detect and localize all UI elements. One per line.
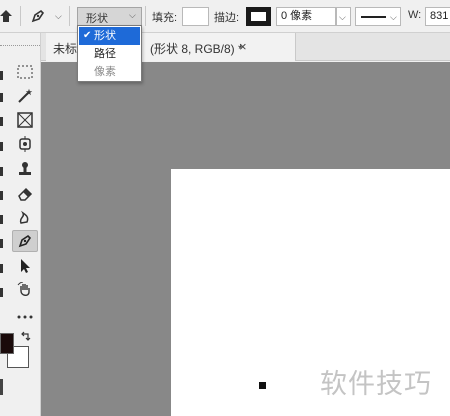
magic-wand-icon[interactable] — [12, 85, 38, 107]
stroke-type-select[interactable]: ⌵ — [355, 7, 401, 26]
home-icon[interactable] — [0, 8, 12, 24]
frame-icon[interactable] — [12, 109, 38, 131]
shape-anchor-point[interactable] — [259, 382, 266, 389]
chevron-down-icon: ⌵ — [339, 12, 346, 22]
stroke-width-input[interactable]: 0 像素 — [276, 7, 336, 26]
options-bar: ⌵ 形状 ⌵ 填充: 描边: 0 像素 ⌵ ⌵ W: 831 — [0, 0, 450, 33]
pen-preset-icon[interactable] — [30, 8, 46, 24]
quick-mask-icon[interactable] — [0, 379, 3, 395]
clone-stamp-icon[interactable] — [12, 158, 38, 180]
chevron-down-icon: ⌵ — [390, 12, 397, 22]
chevron-down-icon[interactable]: ⌵ — [55, 11, 62, 22]
tool-mode-value: 形状 — [86, 13, 108, 25]
stroke-swatch[interactable] — [246, 7, 271, 26]
fill-swatch[interactable] — [182, 7, 209, 26]
tools-panel — [0, 33, 41, 416]
checkmark-icon: ✔ — [83, 30, 92, 41]
watermark: 软件技巧 — [320, 369, 432, 400]
close-icon[interactable]: × — [239, 39, 247, 54]
tool-mode-dropdown-menu: ✔ 形状 路径 像素 — [77, 25, 142, 82]
stamp-icon[interactable] — [12, 133, 38, 155]
menu-item-label: 路径 — [94, 48, 116, 60]
rectangular-marquee-icon[interactable] — [12, 61, 38, 83]
stroke-width-value: 0 像素 — [281, 10, 313, 22]
menu-item-label: 形状 — [94, 30, 116, 42]
pen-icon[interactable] — [12, 230, 38, 252]
chevron-down-icon: ⌵ — [129, 10, 136, 20]
hand-rotate-icon[interactable] — [12, 279, 38, 301]
width-label: W: — [408, 9, 422, 21]
smudge-icon[interactable] — [12, 206, 38, 228]
path-selection-icon[interactable] — [12, 255, 38, 277]
stroke-line-preview — [361, 16, 386, 18]
eraser-icon[interactable] — [12, 182, 38, 204]
swap-colors-icon[interactable] — [20, 330, 32, 342]
panel-grip[interactable] — [0, 45, 40, 48]
more-tools-icon[interactable] — [12, 306, 38, 328]
fill-label: 填充: — [152, 12, 178, 24]
document-tab-info: (形状 8, RGB/8) * — [150, 42, 243, 56]
document-tab-title: 未标 — [53, 42, 78, 56]
width-input[interactable]: 831 — [425, 7, 450, 26]
width-value: 831 — [430, 10, 449, 22]
tool-mode-select[interactable]: 形状 ⌵ — [77, 7, 142, 26]
menu-item-shape[interactable]: ✔ 形状 — [79, 27, 140, 45]
menu-item-pixels: 像素 — [79, 63, 140, 81]
menu-item-path[interactable]: 路径 — [79, 45, 140, 63]
stroke-label: 描边: — [214, 12, 240, 24]
stroke-width-dropdown[interactable]: ⌵ — [336, 7, 351, 26]
menu-item-label: 像素 — [94, 66, 116, 78]
foreground-color-swatch[interactable] — [0, 333, 14, 354]
